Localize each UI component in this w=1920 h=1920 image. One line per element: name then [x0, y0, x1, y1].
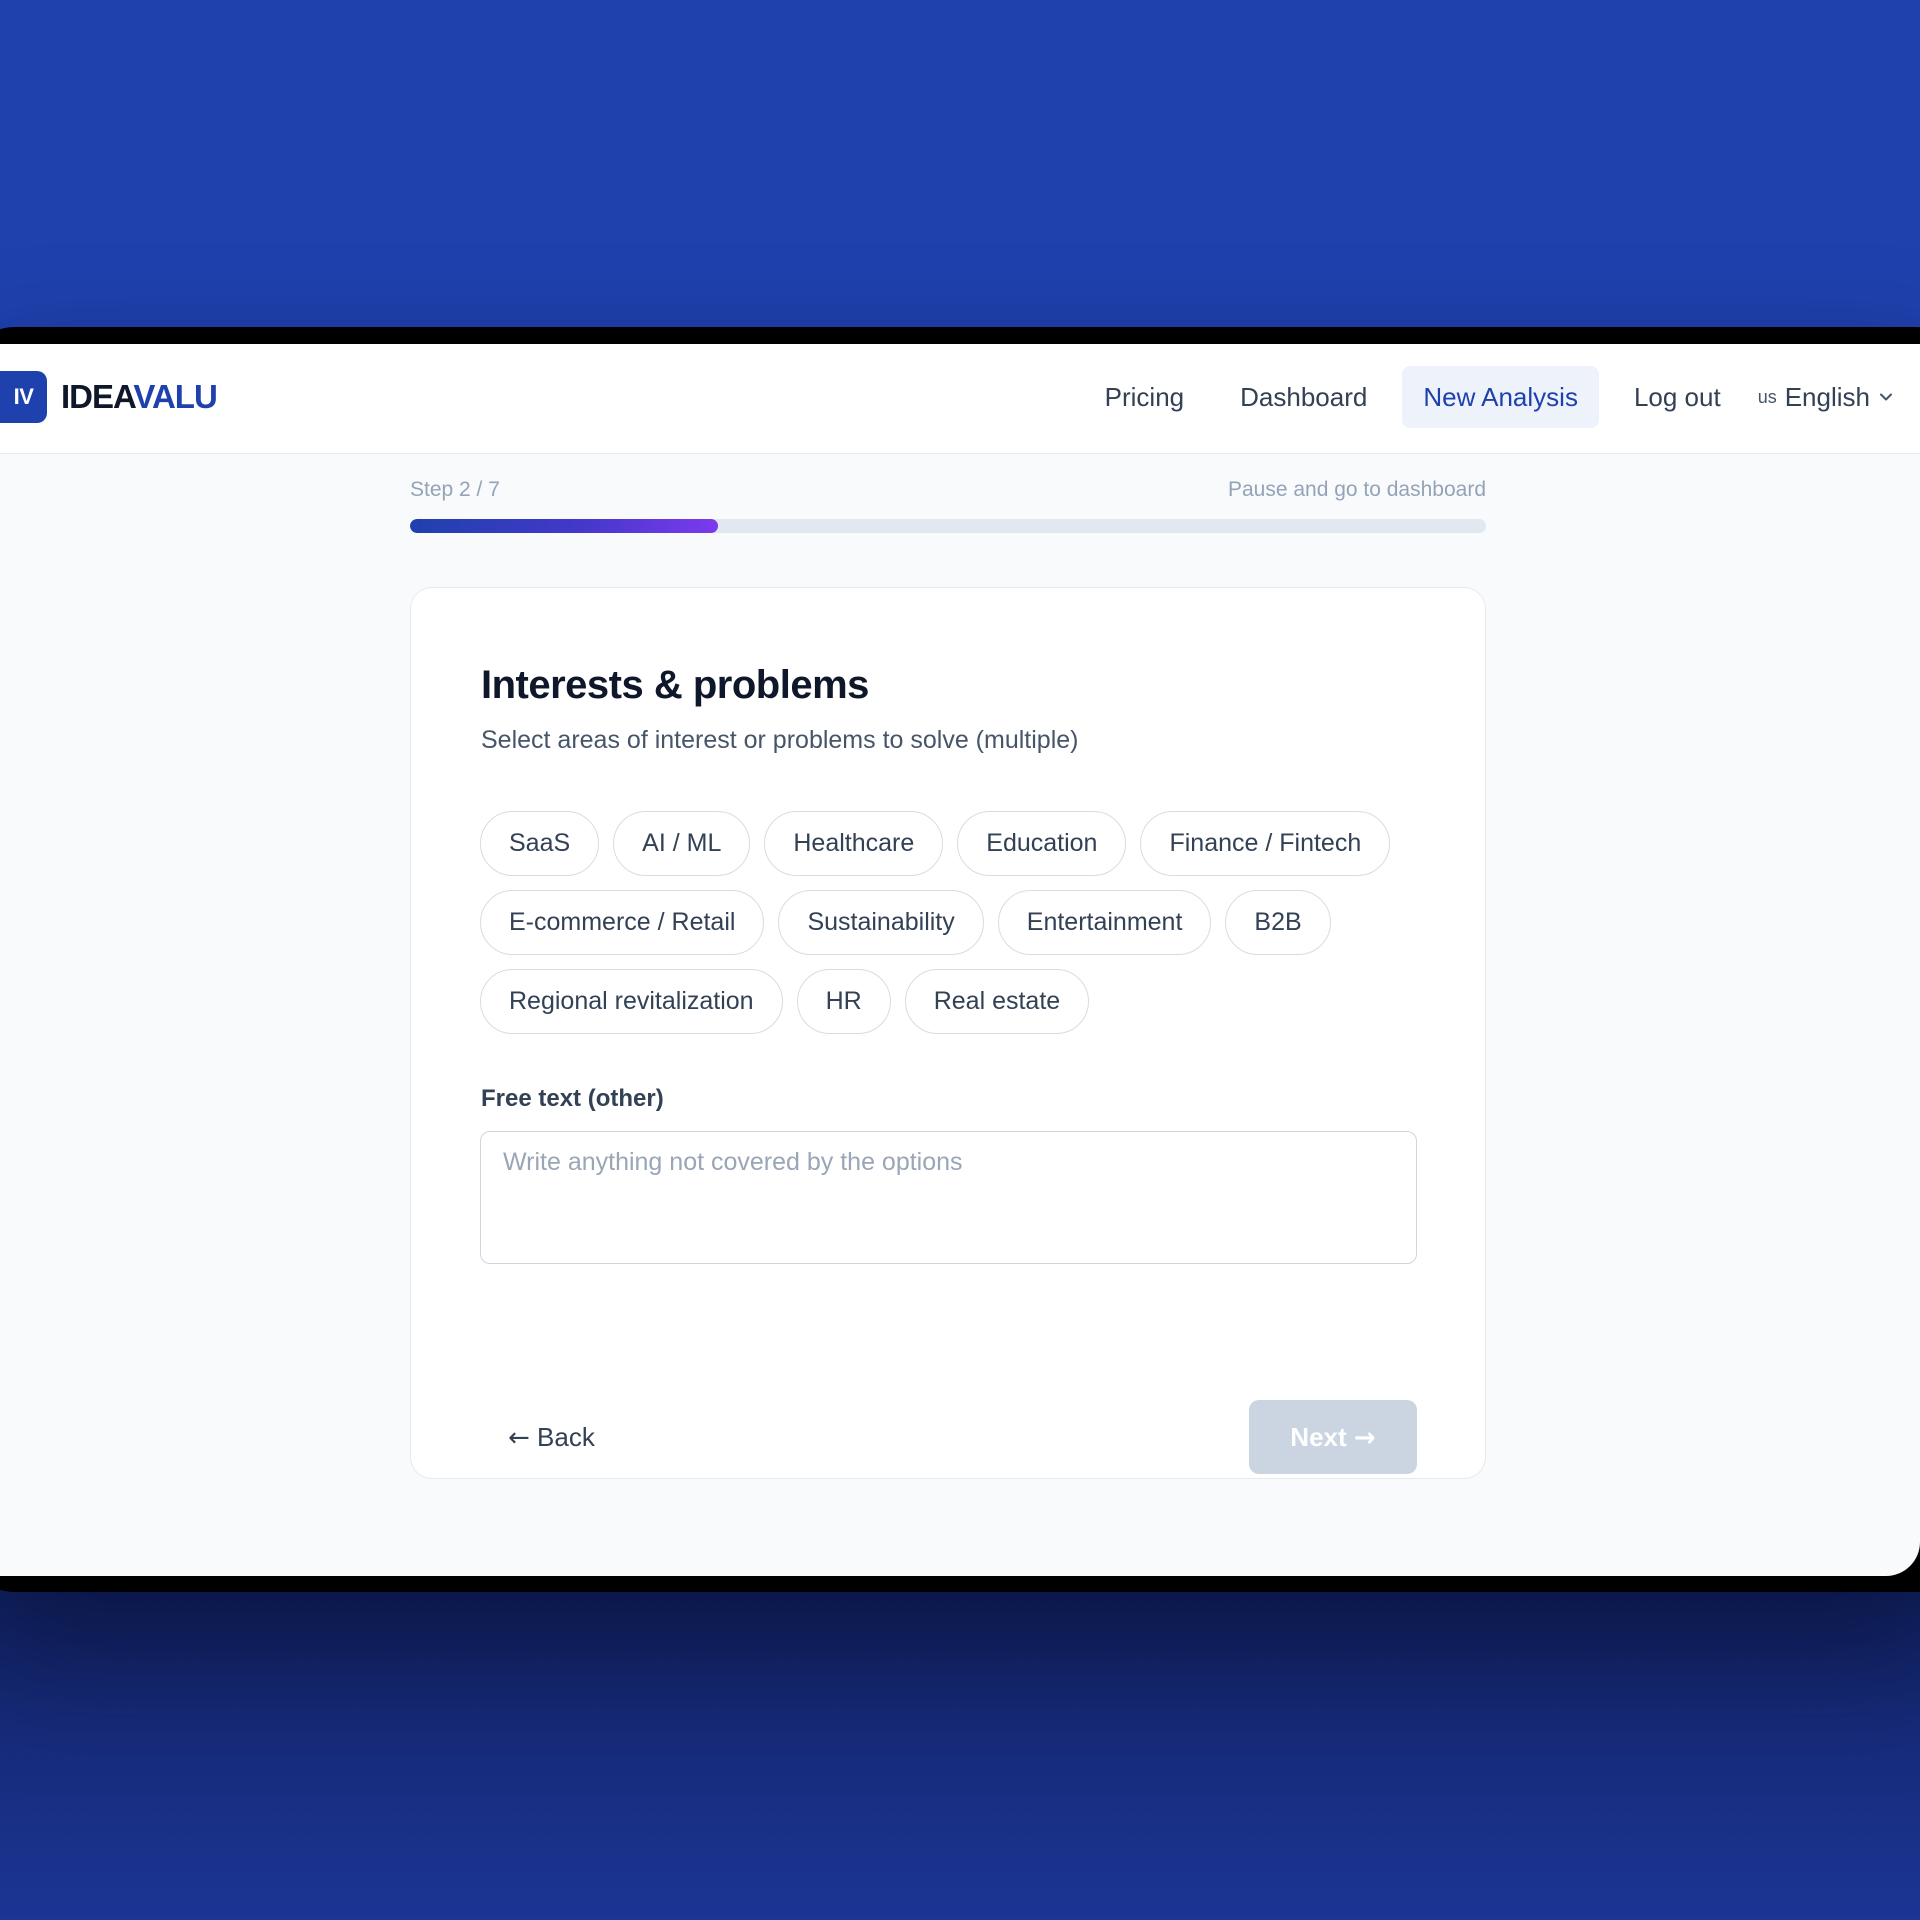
back-button[interactable]: ← Back	[480, 1400, 623, 1474]
us-flag-icon: us	[1757, 386, 1777, 407]
progress-fill	[410, 519, 718, 533]
brand-name-part1: IDEA	[61, 378, 134, 415]
form-card: Interests & problems Select areas of int…	[410, 587, 1486, 1479]
option-chip[interactable]: Regional revitalization	[480, 969, 783, 1034]
nav-pricing[interactable]: Pricing	[1084, 366, 1205, 428]
chevron-down-icon	[1880, 388, 1892, 406]
brand-badge: IV	[0, 371, 47, 423]
option-chip[interactable]: Sustainability	[778, 890, 984, 955]
arrow-right-icon: →	[1353, 1423, 1376, 1453]
interest-options: SaaS AI / ML Healthcare Education Finance / …	[480, 811, 1417, 1034]
option-chip[interactable]: SaaS	[480, 811, 600, 876]
option-chip[interactable]: HR	[796, 969, 891, 1034]
free-text-input[interactable]	[480, 1131, 1417, 1264]
nav-dashboard[interactable]: Dashboard	[1219, 366, 1388, 428]
step-progress: Step 2 / 7 Pause and go to dashboard	[410, 478, 1486, 533]
main-nav: Pricing Dashboard New Analysis Log out u…	[1070, 366, 1920, 428]
brand-name-part2: VALU	[133, 378, 217, 415]
option-chip[interactable]: Real estate	[904, 969, 1090, 1034]
progress-track	[410, 519, 1486, 533]
pause-dashboard-link[interactable]: Pause and go to dashboard	[1228, 478, 1486, 506]
page-subtitle: Select areas of interest or problems to …	[481, 726, 1079, 754]
next-button[interactable]: Next →	[1249, 1400, 1417, 1474]
option-chip[interactable]: B2B	[1225, 890, 1331, 955]
next-label: Next	[1290, 1422, 1347, 1452]
arrow-left-icon: ←	[508, 1423, 530, 1453]
language-selector[interactable]: us English	[1758, 382, 1892, 413]
brand-name: IDEAVALU	[61, 378, 218, 416]
free-text-label: Free text (other)	[481, 1085, 664, 1112]
step-indicator: Step 2 / 7	[410, 478, 500, 501]
back-label: Back	[537, 1422, 595, 1452]
language-label: English	[1784, 381, 1870, 412]
option-chip[interactable]: Healthcare	[764, 811, 944, 876]
page-title: Interests & problems	[481, 663, 869, 707]
brand-logo[interactable]: IV IDEAVALU	[0, 371, 218, 423]
option-chip[interactable]: Finance / Fintech	[1140, 811, 1391, 876]
option-chip[interactable]: Entertainment	[997, 890, 1212, 955]
option-chip[interactable]: Education	[957, 811, 1127, 876]
option-chip[interactable]: E-commerce / Retail	[480, 890, 765, 955]
top-navigation-bar: IV IDEAVALU Pricing Dashboard New Analys…	[0, 344, 1920, 454]
app-window: IV IDEAVALU Pricing Dashboard New Analys…	[0, 344, 1920, 1576]
nav-new-analysis[interactable]: New Analysis	[1402, 366, 1599, 428]
nav-log-out[interactable]: Log out	[1613, 366, 1742, 428]
option-chip[interactable]: AI / ML	[613, 811, 751, 876]
